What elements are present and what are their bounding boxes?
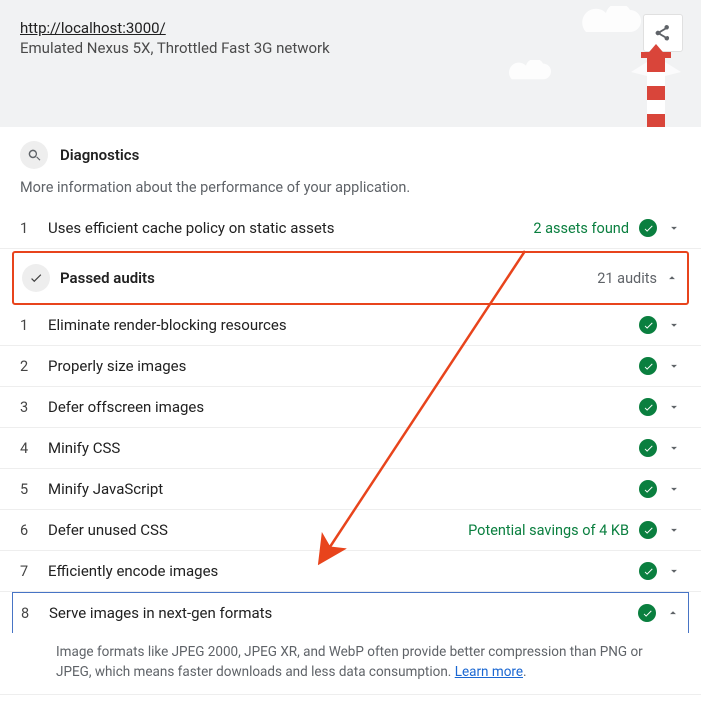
audit-index: 3 — [20, 399, 48, 416]
audit-index: 2 — [20, 358, 48, 375]
audit-row[interactable]: 4Minify CSS — [0, 428, 701, 469]
audit-index: 4 — [20, 440, 48, 457]
audit-index: 7 — [20, 563, 48, 580]
passed-audits-list: 1Eliminate render-blocking resources2Pro… — [0, 305, 701, 633]
chevron-down-icon — [667, 400, 681, 414]
diagnostics-subtitle: More information about the performance o… — [0, 173, 701, 208]
report-header: http://localhost:3000/ Emulated Nexus 5X… — [0, 0, 701, 127]
audit-description: Image formats like JPEG 2000, JPEG XR, a… — [0, 633, 701, 695]
learn-more-link[interactable]: Learn more — [455, 664, 523, 680]
chevron-down-icon — [667, 523, 681, 537]
lighthouse-illustration — [621, 32, 691, 127]
audit-row[interactable]: 1 Uses efficient cache policy on static … — [0, 208, 701, 249]
pass-icon — [639, 521, 657, 539]
chevron-down-icon — [667, 441, 681, 455]
audit-description-after: . — [523, 664, 527, 680]
pass-icon — [639, 357, 657, 375]
audit-row[interactable]: 8Serve images in next-gen formats — [12, 592, 689, 633]
pass-icon — [639, 398, 657, 416]
chevron-up-icon — [665, 271, 679, 285]
diagnostics-section-header: Diagnostics — [0, 127, 701, 173]
audit-info: Potential savings of 4 KB — [468, 522, 629, 539]
check-icon — [22, 264, 50, 292]
audit-label: Properly size images — [48, 357, 639, 375]
audit-label: Efficiently encode images — [48, 562, 639, 580]
audit-row[interactable]: 1Eliminate render-blocking resources — [0, 305, 701, 346]
audit-row[interactable]: 7Efficiently encode images — [0, 551, 701, 592]
audit-label: Uses efficient cache policy on static as… — [48, 219, 533, 237]
audit-row[interactable]: 2Properly size images — [0, 346, 701, 387]
audit-index: 8 — [21, 605, 49, 622]
pass-icon — [639, 562, 657, 580]
audit-row[interactable]: 5Minify JavaScript — [0, 469, 701, 510]
audit-index: 1 — [20, 317, 48, 334]
chevron-down-icon — [667, 564, 681, 578]
audit-description-text: Image formats like JPEG 2000, JPEG XR, a… — [56, 644, 643, 680]
audit-row[interactable]: 6Defer unused CSSPotential savings of 4 … — [0, 510, 701, 551]
audit-label: Defer offscreen images — [48, 398, 639, 416]
chevron-down-icon — [667, 221, 681, 235]
audit-index: 1 — [20, 220, 48, 237]
chevron-up-icon — [666, 606, 680, 620]
cloud-decoration — [501, 60, 551, 80]
passed-audits-title: Passed audits — [60, 269, 597, 287]
chevron-down-icon — [667, 359, 681, 373]
pass-icon — [639, 480, 657, 498]
search-icon — [20, 141, 48, 169]
passed-audits-highlight-box: Passed audits 21 audits — [12, 251, 689, 305]
pass-icon — [638, 604, 656, 622]
passed-audits-toggle[interactable]: Passed audits 21 audits — [14, 253, 687, 303]
chevron-down-icon — [667, 482, 681, 496]
chevron-down-icon — [667, 318, 681, 332]
audit-index: 6 — [20, 522, 48, 539]
audit-index: 5 — [20, 481, 48, 498]
pass-icon — [639, 219, 657, 237]
passed-audits-count: 21 audits — [597, 270, 657, 287]
audit-row[interactable]: 3Defer offscreen images — [0, 387, 701, 428]
audit-label: Minify JavaScript — [48, 480, 639, 498]
pass-icon — [639, 439, 657, 457]
audit-label: Serve images in next-gen formats — [49, 604, 638, 622]
environment-label: Emulated Nexus 5X, Throttled Fast 3G net… — [20, 39, 681, 57]
audit-label: Defer unused CSS — [48, 521, 468, 539]
audit-label: Minify CSS — [48, 439, 639, 457]
audit-info: 2 assets found — [533, 220, 629, 237]
report-url[interactable]: http://localhost:3000/ — [20, 19, 166, 37]
pass-icon — [639, 316, 657, 334]
diagnostics-title: Diagnostics — [60, 146, 139, 164]
cloud-decoration — [571, 6, 641, 32]
audit-label: Eliminate render-blocking resources — [48, 316, 639, 334]
